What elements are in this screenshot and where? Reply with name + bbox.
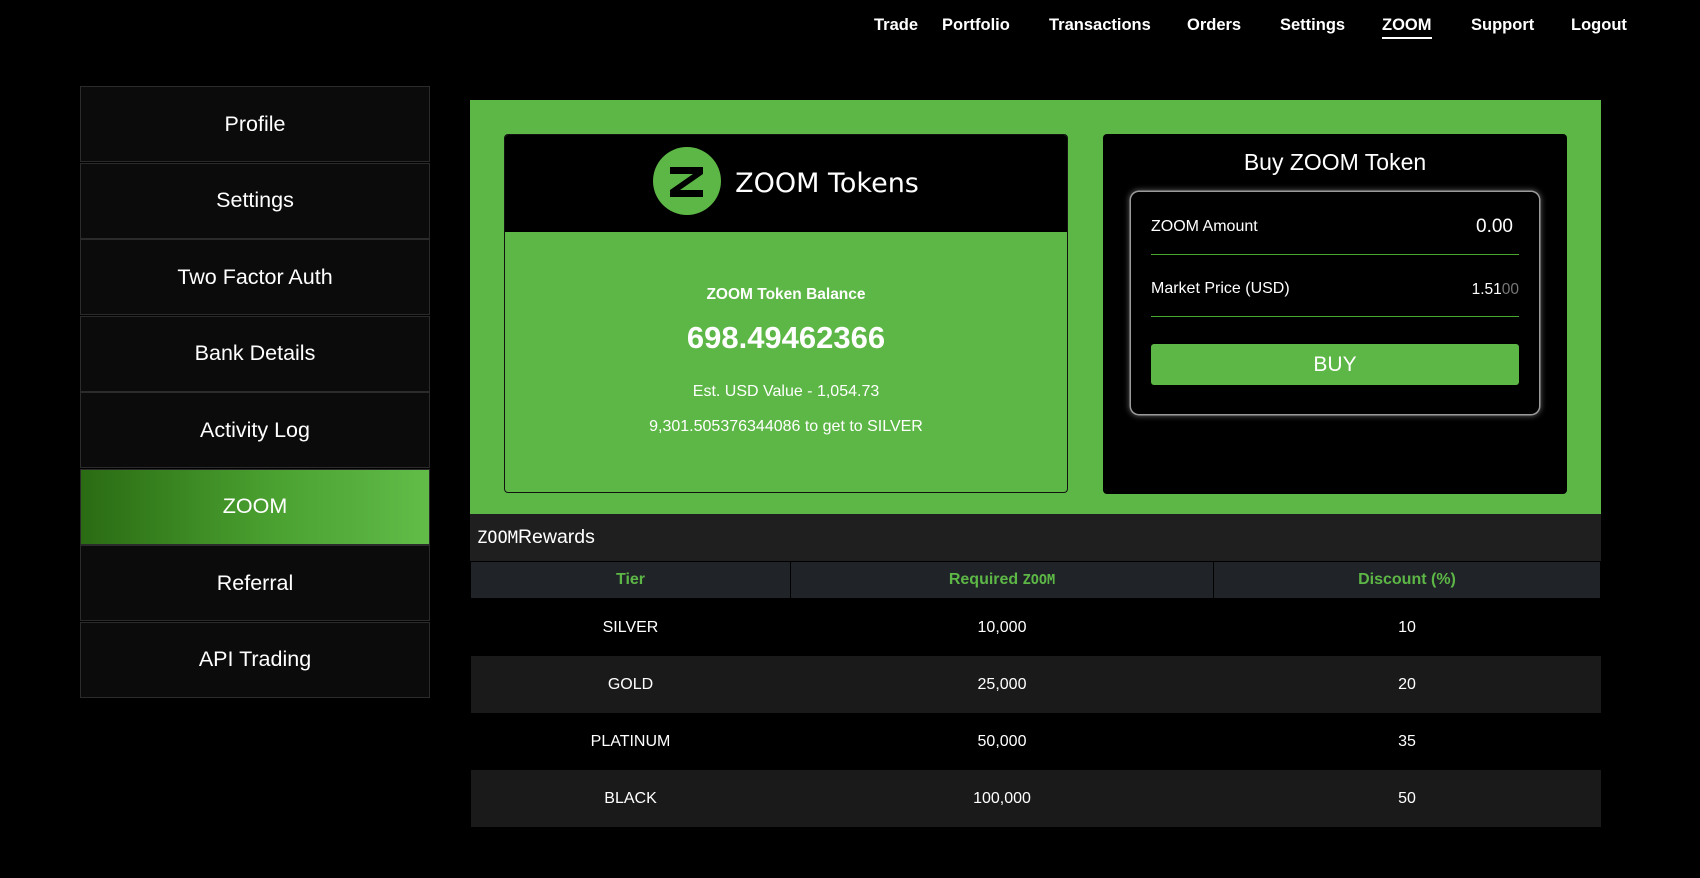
- zoom-rewards: ZOOM Rewards Tier Required ZOOM Discount…: [470, 514, 1601, 827]
- price-main: 1.51: [1471, 281, 1502, 298]
- discount-cell: 35: [1213, 713, 1601, 770]
- rewards-table: Tier Required ZOOM Discount (%) SILVER 1…: [470, 561, 1601, 827]
- balance-label: ZOOM Token Balance: [706, 286, 866, 303]
- table-row: BLACK 100,000 50: [470, 770, 1601, 827]
- amount-input[interactable]: 0.00: [1476, 216, 1513, 238]
- sidebar-item-referral[interactable]: Referral: [80, 545, 430, 621]
- price-row: Market Price (USD) 1.5100: [1151, 258, 1519, 317]
- buy-button[interactable]: BUY: [1151, 344, 1519, 385]
- col-tier: Tier: [470, 561, 791, 599]
- token-card-title: ZOOM Tokens: [735, 168, 919, 199]
- required-cell: 25,000: [790, 656, 1214, 713]
- tier-cell: PLATINUM: [470, 713, 791, 770]
- nav-orders[interactable]: Orders: [1187, 16, 1241, 35]
- sidebar-item-settings[interactable]: Settings: [80, 162, 430, 239]
- nav-settings[interactable]: Settings: [1280, 16, 1345, 35]
- price-label: Market Price (USD): [1151, 280, 1290, 297]
- nav-transactions[interactable]: Transactions: [1049, 16, 1151, 35]
- amount-label: ZOOM Amount: [1151, 218, 1258, 235]
- nav-trade[interactable]: Trade: [874, 16, 918, 35]
- sidebar-item-profile[interactable]: Profile: [80, 86, 430, 162]
- tier-cell: GOLD: [470, 656, 791, 713]
- nav-support[interactable]: Support: [1471, 16, 1534, 35]
- price-faded-digits: 00: [1501, 281, 1519, 298]
- tier-cell: SILVER: [470, 598, 791, 656]
- required-cell: 100,000: [790, 770, 1214, 827]
- discount-cell: 50: [1213, 770, 1601, 827]
- col-discount: Discount (%): [1213, 561, 1601, 599]
- buy-token-card: Buy ZOOM Token ZOOM Amount 0.00 Market P…: [1103, 134, 1567, 494]
- sidebar-item-two-factor-auth[interactable]: Two Factor Auth: [80, 239, 430, 315]
- rewards-title-prefix: ZOOM: [477, 527, 518, 548]
- buy-card-title: Buy ZOOM Token: [1243, 149, 1427, 175]
- buy-form: ZOOM Amount 0.00 Market Price (USD) 1.51…: [1131, 192, 1539, 414]
- sidebar-item-activity-log[interactable]: Activity Log: [80, 392, 430, 468]
- col-required-prefix: Required: [948, 571, 1023, 588]
- nav-zoom[interactable]: ZOOM: [1382, 16, 1432, 39]
- table-row: GOLD 25,000 20: [470, 656, 1601, 713]
- required-cell: 50,000: [790, 713, 1214, 770]
- amount-row: ZOOM Amount 0.00: [1151, 196, 1519, 255]
- usd-value: Est. USD Value - 1,054.73: [692, 383, 880, 400]
- market-price-value: 1.5100: [1472, 281, 1519, 299]
- sidebar-item-bank-details[interactable]: Bank Details: [80, 315, 430, 392]
- col-required: Required ZOOM: [790, 561, 1214, 599]
- discount-cell: 10: [1213, 598, 1601, 656]
- zoom-logo-icon: [653, 147, 722, 220]
- balance-value: 698.49462366: [686, 320, 886, 355]
- rewards-title: ZOOM Rewards: [470, 514, 1601, 561]
- next-tier-progress: 9,301.505376344086 to get to SILVER: [649, 418, 923, 435]
- zoom-overview-panel: ZOOM Tokens ZOOM Token Balance 698.49462…: [470, 100, 1601, 514]
- token-balance-card: ZOOM Tokens ZOOM Token Balance 698.49462…: [504, 134, 1068, 493]
- table-row: PLATINUM 50,000 35: [470, 713, 1601, 770]
- discount-cell: 20: [1213, 656, 1601, 713]
- account-sidebar: Profile Settings Two Factor Auth Bank De…: [80, 86, 430, 698]
- col-required-suffix: ZOOM: [1022, 572, 1056, 588]
- table-row: SILVER 10,000 10: [470, 598, 1601, 656]
- required-cell: 10,000: [790, 598, 1214, 656]
- token-card-header: ZOOM Tokens: [505, 135, 1067, 232]
- sidebar-item-api-trading[interactable]: API Trading: [80, 621, 430, 698]
- nav-logout[interactable]: Logout: [1571, 16, 1627, 35]
- top-navigation: Trade Portfolio Transactions Orders Sett…: [0, 0, 1700, 50]
- rewards-title-suffix: Rewards: [517, 526, 595, 548]
- nav-portfolio[interactable]: Portfolio: [942, 16, 1010, 35]
- sidebar-item-zoom[interactable]: ZOOM: [80, 468, 430, 545]
- tier-cell: BLACK: [470, 770, 791, 827]
